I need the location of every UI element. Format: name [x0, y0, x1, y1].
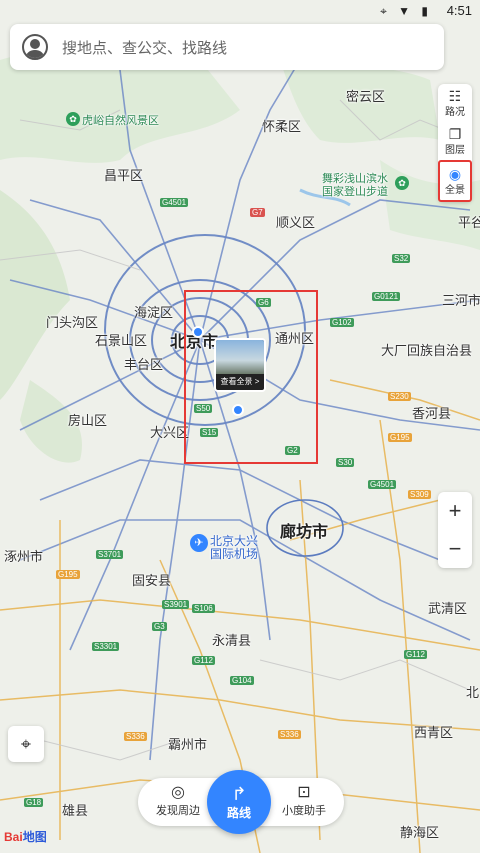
map-label-changping: 昌平区 [104, 168, 144, 183]
road-badge: S3301 [92, 642, 120, 651]
map-label-wucai2: 国家登山步道 [322, 186, 388, 198]
assistant-label: 小度助手 [282, 805, 326, 817]
road-badge: G4501 [160, 198, 189, 207]
map-label-shijingshan: 石景山区 [95, 333, 148, 348]
search-input[interactable]: 搜地点、查公交、找路线 [62, 37, 227, 58]
avatar-icon[interactable] [22, 34, 48, 60]
map-label-sanhe: 三河市 [442, 293, 480, 308]
traffic-button[interactable]: ☷ 路况 [438, 84, 472, 122]
locate-button[interactable]: ⌖ [8, 726, 44, 762]
panorama-thumbnail [216, 340, 264, 374]
map-label-fangshan: 房山区 [68, 413, 108, 428]
map-label-xianghe: 香河县 [412, 406, 452, 421]
panorama-preview[interactable]: 查看全景 > [214, 338, 266, 392]
location-pin[interactable] [232, 404, 244, 416]
discover-nearby-button[interactable]: ◎ 发现周边 [156, 784, 200, 818]
road-badge: S230 [388, 392, 411, 401]
map-label-pinggu: 平谷 [458, 215, 480, 230]
road-badge: G195 [56, 570, 80, 579]
location-pin[interactable] [192, 326, 204, 338]
road-badge: S106 [192, 604, 215, 613]
crosshair-icon: ⌖ [20, 733, 32, 754]
panorama-label: 全景 [445, 184, 465, 196]
map-label-haidian: 海淀区 [134, 305, 174, 320]
zoom-controls: + − [438, 492, 472, 568]
road-badge: S309 [408, 490, 431, 499]
road-badge: S3901 [162, 600, 190, 609]
map-label-langfang: 廊坊市 [280, 524, 329, 541]
logo-text-blue: 地图 [22, 830, 47, 844]
eye-icon: ◎ [171, 784, 185, 801]
map-label-huairou: 怀柔区 [262, 119, 302, 134]
park-icon: ✿ [395, 176, 409, 190]
road-badge: G0121 [372, 292, 401, 301]
status-time: 4:51 [446, 3, 472, 18]
map-tools-panel: ☷ 路况 ❐ 图层 ◉ 全景 [438, 84, 472, 202]
map-label-shunyi: 顺义区 [276, 215, 316, 230]
traffic-label: 路况 [445, 106, 465, 118]
assistant-button[interactable]: ⊡ 小度助手 [282, 784, 326, 818]
traffic-icon: ☷ [448, 87, 462, 104]
map-label-fengtai: 丰台区 [124, 357, 164, 372]
road-badge: G112 [192, 656, 215, 665]
zoom-in-button[interactable]: + [438, 492, 472, 530]
panorama-view-label: 查看全景 > [220, 377, 260, 386]
panorama-button[interactable]: ◉ 全景 [438, 160, 472, 202]
map-label-mentougou: 门头沟区 [46, 315, 99, 330]
layers-icon: ❐ [448, 125, 462, 142]
baidu-logo: Bai地图 [4, 828, 47, 845]
status-icons: ⌖ ▼ ▮ [380, 4, 432, 18]
map-label-dachang: 大厂回族自治县 [381, 343, 473, 358]
map-label-bazhou: 霸州市 [168, 737, 208, 752]
road-badge: S336 [124, 732, 147, 741]
map-label-jinghai: 静海区 [400, 825, 440, 840]
airport-icon: ✈ [190, 534, 208, 552]
road-badge: G4501 [368, 480, 397, 489]
park-icon: ✿ [66, 112, 80, 126]
layers-button[interactable]: ❐ 图层 [438, 122, 472, 160]
map-label-bei: 北 [466, 685, 480, 700]
search-bar[interactable]: 搜地点、查公交、找路线 [10, 24, 444, 70]
map-label-hulu: 虎峪自然风景区 [82, 115, 159, 127]
logo-text-red: Bai [4, 830, 23, 844]
route-button[interactable]: ↱ 路线 [207, 770, 271, 834]
map-label-airport2: 国际机场 [210, 547, 259, 561]
map-label-guan: 固安县 [132, 573, 172, 588]
road-badge: G195 [388, 433, 412, 442]
road-badge: S30 [336, 458, 355, 467]
road-badge: G104 [230, 676, 254, 685]
zoom-out-button[interactable]: − [438, 530, 472, 568]
map-label-wuqing: 武清区 [428, 601, 468, 616]
discover-label: 发现周边 [156, 805, 200, 817]
layers-label: 图层 [445, 144, 465, 156]
road-badge: G18 [24, 798, 44, 807]
road-badge: S3701 [96, 550, 124, 559]
map-label-xiong: 雄县 [62, 803, 89, 818]
route-arrow-icon: ↱ [231, 783, 247, 804]
map-label-xiqing: 西青区 [414, 725, 454, 740]
road-badge: G7 [250, 208, 265, 217]
road-badge: S336 [278, 730, 301, 739]
assistant-icon: ⊡ [297, 784, 311, 801]
map-label-miyun: 密云区 [346, 89, 386, 104]
map-label-yongqing: 永清县 [212, 633, 252, 648]
road-badge: G112 [404, 650, 427, 659]
road-badge: G102 [330, 318, 354, 327]
road-badge: G3 [152, 622, 167, 631]
map-label-zhuozhou: 涿州市 [4, 549, 44, 564]
road-badge: S32 [392, 254, 411, 263]
panorama-pin-icon: ◉ [448, 165, 462, 182]
route-label: 路线 [226, 805, 251, 820]
status-bar: ⌖ ▼ ▮ 4:51 [0, 0, 480, 22]
